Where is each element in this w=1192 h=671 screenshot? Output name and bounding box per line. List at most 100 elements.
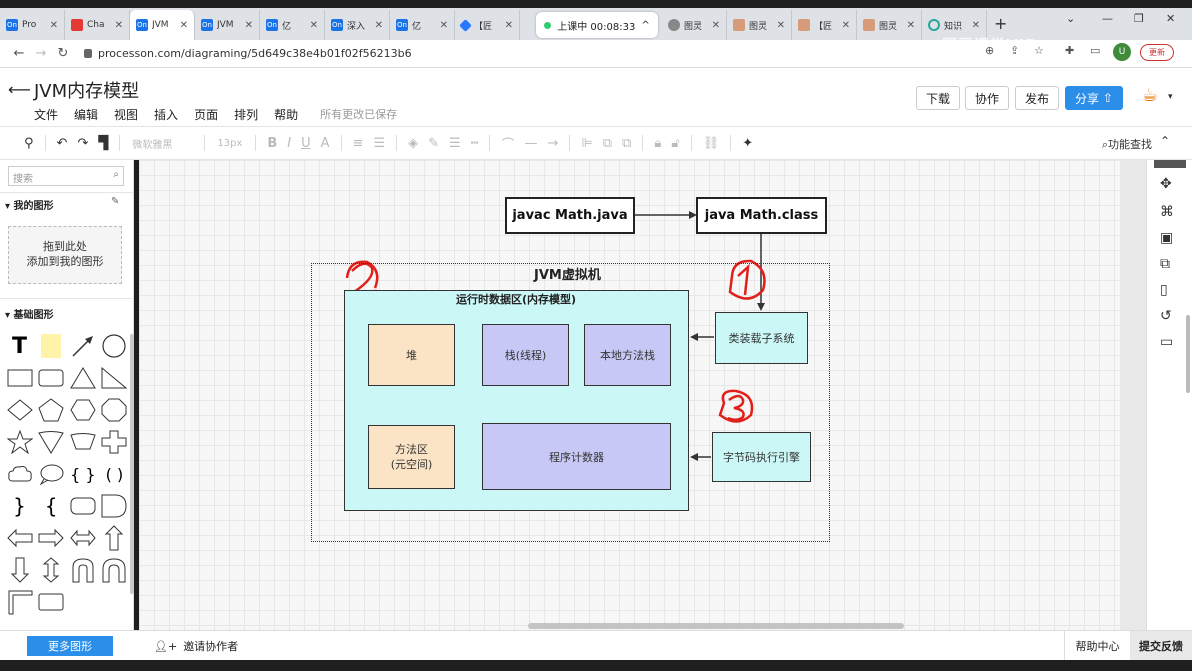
method-area-box[interactable]: 方法区 (元空间) [368,425,455,489]
close-tab-icon[interactable]: ✕ [972,20,980,31]
collapse-toolbar-icon[interactable]: ⌃ [1160,134,1170,148]
line-spacing-icon[interactable]: ☰ [373,136,385,151]
browser-tab[interactable]: 【匠 ✕ [792,10,857,40]
maximize-button[interactable]: ❐ [1134,12,1144,25]
line-color-icon[interactable]: ✎ [428,136,439,151]
octagon-shape[interactable] [101,398,128,422]
align-icon[interactable]: ≡ [353,136,364,151]
italic-icon[interactable]: I [287,136,291,151]
right-brace-shape[interactable]: { [38,494,65,518]
arrow-style-icon[interactable]: → [548,136,559,151]
text-shape[interactable]: T [6,334,33,359]
triangle-shape[interactable] [69,366,96,390]
close-tab-icon[interactable]: ✕ [907,20,915,31]
reload-icon[interactable]: ↻ [52,46,74,61]
browser-tab[interactable]: Cha ✕ [65,10,130,40]
canvas-horizontal-scrollbar[interactable] [528,623,904,629]
history-icon[interactable]: ↺ [1160,308,1172,324]
redo-icon[interactable]: ↷ [77,136,88,151]
brace-pair-shape[interactable]: { } [69,462,96,486]
corner-shape[interactable] [6,590,33,615]
diamond-shape[interactable] [6,398,33,422]
rectangle-shape[interactable] [6,366,33,390]
program-counter-box[interactable]: 程序计数器 [482,423,671,490]
d-shape[interactable] [101,494,128,518]
u-turn-arrow-shape[interactable] [69,558,96,583]
menu-arrange[interactable]: 排列 [234,106,258,123]
collaborate-button[interactable]: 协作 [965,86,1010,110]
rounded-box-shape[interactable] [69,494,96,518]
browser-tab[interactable]: 图灵 ✕ [857,10,922,40]
function-search[interactable]: ⌕功能查找 [1102,136,1152,152]
close-tab-icon[interactable]: ✕ [245,20,253,31]
menu-edit[interactable]: 编辑 [74,106,98,123]
format-painter-icon[interactable]: ⚲ [24,136,34,151]
feedback-button[interactable]: 提交反馈 [1130,631,1192,661]
browser-tab[interactable]: On JVM ✕ [195,10,260,40]
right-panel-scrollbar[interactable] [1186,315,1190,393]
my-shapes-header[interactable]: ▾ 我的图形 [5,197,54,212]
right-arrow-shape[interactable] [38,526,65,550]
stack-box[interactable]: 栈(线程) [482,324,569,386]
brush-icon[interactable]: ▜ [98,136,108,151]
menu-file[interactable]: 文件 [34,106,58,123]
comment-icon[interactable]: ▭ [1160,334,1173,350]
close-tab-icon[interactable]: ✕ [712,20,720,31]
search-icon[interactable]: ⌕ [113,169,119,180]
close-tab-icon[interactable]: ✕ [777,20,785,31]
send-back-icon[interactable]: ⧉ [622,136,631,151]
inverted-triangle-shape[interactable] [38,430,65,454]
line-width-icon[interactable]: ☰ [449,136,461,151]
callout-shape[interactable] [38,462,65,486]
java-box[interactable]: java Math.class [696,197,827,234]
cross-shape[interactable] [101,430,128,454]
right-triangle-shape[interactable] [101,366,128,390]
arrow-line-shape[interactable] [69,334,96,358]
font-color-icon[interactable]: A [321,136,330,151]
recording-tab[interactable]: 上课中 00:08:33 ^ [536,12,658,38]
heap-box[interactable]: 堆 [368,324,455,386]
close-window-button[interactable]: ✕ [1166,12,1175,25]
profile-avatar[interactable]: U [1113,43,1131,61]
native-stack-box[interactable]: 本地方法栈 [584,324,671,386]
forward-nav-icon[interactable]: → [30,46,52,61]
browser-tab[interactable]: 图灵 ✕ [727,10,792,40]
browser-tab[interactable]: 图灵 ✕ [662,10,727,40]
extensions-icon[interactable]: ✚ [1065,44,1074,57]
up-down-arrow-shape[interactable] [38,557,65,583]
back-arrow-icon[interactable]: ⟵ [8,80,31,99]
menu-help[interactable]: 帮助 [274,106,298,123]
connector-icon[interactable]: ⌒ [501,134,514,153]
zoom-icon[interactable]: ⊕ [985,44,994,57]
more-shapes-button[interactable]: 更多图形 [27,636,113,656]
left-brace-shape[interactable]: } [6,494,33,518]
menu-page[interactable]: 页面 [194,106,218,123]
dash-style-icon[interactable]: ┅ [471,136,479,151]
bold-icon[interactable]: B [267,136,277,151]
unlock-shape-icon[interactable]: 🔓︎ [671,136,679,151]
cloud-shape[interactable] [6,462,33,486]
minimize-button[interactable]: — [1102,12,1113,25]
new-tab-button[interactable]: + [994,14,1007,33]
undo-icon[interactable]: ↶ [57,136,68,151]
double-arrow-shape[interactable] [69,526,96,550]
magic-wand-icon[interactable]: ✦ [742,136,753,151]
bring-front-icon[interactable]: ⧉ [603,136,612,151]
download-button[interactable]: 下载 [916,86,961,110]
basic-shapes-header[interactable]: ▾ 基础图形 [5,306,54,321]
font-family-select[interactable]: 微软雅黑 [132,136,192,151]
star-icon[interactable]: ☆ [1034,44,1044,57]
circle-shape[interactable] [101,334,128,358]
diagram-canvas[interactable]: javac Math.java java Math.class JVM虚拟机 运… [139,160,1120,630]
sidebar-scrollbar[interactable] [130,334,134,594]
pages-icon[interactable]: ⧉ [1160,256,1170,272]
share-page-icon[interactable]: ⇪ [1010,44,1019,57]
align-objects-icon[interactable]: ⊫ [581,136,592,151]
browser-tab[interactable]: 【匠 ✕ [455,10,520,40]
down-arrow-shape[interactable] [6,557,33,583]
share-button[interactable]: 分享 ⇧ [1065,86,1123,110]
invite-collaborators-button[interactable]: 👤︎+ 邀请协作者 [154,638,238,654]
lock-shape-icon[interactable]: 🔒︎ [654,136,661,151]
fill-color-icon[interactable]: ◈ [408,136,418,151]
execution-engine-box[interactable]: 字节码执行引擎 [712,432,811,482]
